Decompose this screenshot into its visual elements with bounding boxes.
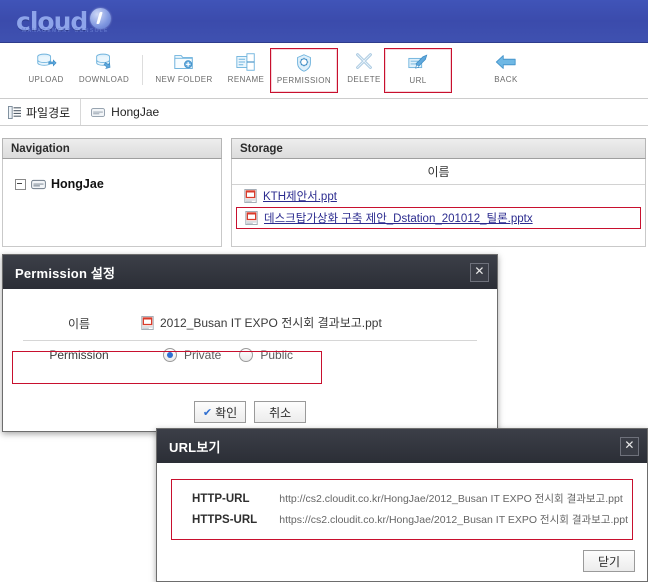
- toolbar-button-url[interactable]: URL: [384, 48, 452, 93]
- navigation-panel-title: Navigation: [2, 138, 222, 159]
- storage-panel: Storage 이름 KTH제안서.ppt 데스크탑가상화 구축 제안_Dsta…: [231, 138, 646, 248]
- url-table: HTTP-URL http://cs2.cloudit.co.kr/HongJa…: [176, 488, 628, 530]
- permission-options-cell: Private Public: [135, 340, 477, 369]
- close-icon[interactable]: ✕: [620, 436, 639, 456]
- ppt-file-icon: [244, 188, 257, 203]
- url-key-http: HTTP-URL: [192, 492, 250, 505]
- path-value-text: HongJae: [111, 105, 160, 119]
- url-value-https[interactable]: https://cs2.cloudit.co.kr/HongJae/2012_B…: [279, 509, 628, 530]
- delete-icon: [356, 53, 372, 69]
- confirm-button[interactable]: ✔ 확인: [193, 401, 247, 423]
- toolbar-label: PERMISSION: [276, 76, 332, 85]
- toolbar-divider: [142, 55, 143, 85]
- file-name-link[interactable]: KTH제안서.ppt: [263, 188, 337, 204]
- toolbar-button-back[interactable]: BACK: [472, 48, 540, 93]
- file-list-item[interactable]: KTH제안서.ppt: [232, 185, 645, 206]
- storage-column-header-name: 이름: [232, 159, 645, 185]
- radio-button-icon[interactable]: [163, 347, 177, 362]
- logo-tagline: MANAGEMENT CONSOLE: [22, 28, 109, 34]
- drive-icon: [91, 107, 106, 117]
- permission-field-label: Permission: [49, 347, 109, 362]
- toolbar-label: DOWNLOAD: [78, 75, 130, 84]
- url-value-http[interactable]: http://cs2.cloudit.co.kr/HongJae/2012_Bu…: [279, 488, 628, 509]
- ppt-file-icon: [245, 211, 258, 225]
- permission-name-value-cell: 2012_Busan IT EXPO 전시회 결과보고.ppt: [135, 307, 477, 341]
- permission-option-row: Permission Private Public: [23, 340, 477, 369]
- download-icon: [96, 53, 111, 69]
- toolbar-label: BACK: [494, 75, 518, 84]
- url-dialog-body: HTTP-URL http://cs2.cloudit.co.kr/HongJa…: [157, 463, 647, 540]
- permission-dialog-title: Permission 설정: [15, 265, 116, 281]
- check-icon: ✔: [202, 406, 213, 419]
- permission-icon: [297, 54, 311, 72]
- navigation-panel: Navigation HongJae: [2, 138, 222, 248]
- path-list-icon: [8, 105, 21, 119]
- rename-icon: [236, 53, 255, 71]
- storage-panel-body: 이름 KTH제안서.ppt 데스크탑가상화 구축 제안_Dstation_201…: [231, 159, 646, 247]
- permission-dialog-footer: ✔ 확인 취소: [3, 401, 497, 423]
- cancel-button[interactable]: 취소: [254, 401, 307, 423]
- permission-name-value: 2012_Busan IT EXPO 전시회 결과보고.ppt: [160, 316, 382, 330]
- close-icon[interactable]: ✕: [470, 262, 489, 282]
- confirm-button-label: 확인: [215, 405, 238, 420]
- drive-icon: [31, 179, 46, 189]
- permission-dialog-body: 이름 2012_Busan IT EXPO 전시회 결과보고.ppt Permi: [3, 289, 497, 369]
- file-list-item-selected[interactable]: 데스크탑가상화 구축 제안_Dstation_201012_틸론.pptx: [236, 207, 641, 229]
- path-value-group[interactable]: HongJae: [81, 105, 159, 119]
- back-icon: [495, 55, 516, 69]
- new-folder-icon: [174, 55, 193, 69]
- radio-label: Private: [184, 347, 222, 362]
- permission-name-row: 이름 2012_Busan IT EXPO 전시회 결과보고.ppt: [23, 307, 477, 341]
- url-row-https: HTTPS-URL https://cs2.cloudit.co.kr/Hong…: [176, 509, 628, 530]
- toolbar-button-new-folder[interactable]: NEW FOLDER: [150, 48, 218, 93]
- url-icon: [408, 54, 428, 69]
- upload-icon: [37, 53, 57, 67]
- radio-button-icon[interactable]: [239, 347, 254, 362]
- radio-label: Public: [260, 347, 294, 362]
- permission-dialog-titlebar: Permission 설정 ✕: [3, 255, 497, 289]
- ppt-file-icon: [141, 315, 154, 330]
- toolbar-label: URL: [409, 76, 427, 85]
- url-dialog: URL보기 ✕ HTTP-URL http://cs2.cloudit.co.k…: [156, 428, 648, 582]
- url-dialog-footer: 닫기: [583, 550, 635, 572]
- url-key-https: HTTPS-URL: [192, 513, 258, 526]
- logo-badge-icon: [90, 7, 112, 29]
- navigation-panel-body: HongJae: [2, 159, 222, 247]
- permission-dialog: Permission 설정 ✕ 이름 2012_Busan IT EXPO 전시…: [2, 254, 498, 432]
- tree-item-hongjae[interactable]: HongJae: [3, 177, 221, 191]
- tree-item-label: HongJae: [51, 177, 104, 191]
- close-dialog-button[interactable]: 닫기: [583, 550, 635, 572]
- path-label-text: 파일경로: [26, 105, 71, 120]
- cancel-button-label: 취소: [269, 405, 292, 420]
- toolbar-button-permission[interactable]: PERMISSION: [270, 48, 338, 93]
- path-bar: 파일경로 HongJae: [0, 99, 648, 126]
- radio-option-private[interactable]: Private: [163, 347, 222, 362]
- brand-bar: cloud MANAGEMENT CONSOLE: [0, 0, 648, 43]
- main-toolbar: UPLOAD DOWNLOAD NEW FOLDER RENAME PERMIS…: [0, 43, 648, 99]
- permission-form-table: 이름 2012_Busan IT EXPO 전시회 결과보고.ppt Permi: [23, 307, 477, 369]
- file-name-link[interactable]: 데스크탑가상화 구축 제안_Dstation_201012_틸론.pptx: [264, 210, 533, 226]
- storage-panel-title: Storage: [231, 138, 646, 159]
- tree-expand-toggle-icon[interactable]: [15, 178, 26, 190]
- url-dialog-titlebar: URL보기 ✕: [157, 429, 647, 463]
- radio-option-public[interactable]: Public: [239, 347, 294, 362]
- url-dialog-title: URL보기: [169, 439, 221, 455]
- close-dialog-button-label: 닫기: [597, 554, 621, 569]
- url-row-http: HTTP-URL http://cs2.cloudit.co.kr/HongJa…: [176, 488, 628, 509]
- permission-name-label: 이름: [23, 307, 135, 341]
- permission-radio-group: Private Public: [141, 347, 477, 362]
- path-label-group: 파일경로: [0, 99, 82, 125]
- toolbar-label: NEW FOLDER: [155, 75, 213, 84]
- toolbar-button-download[interactable]: DOWNLOAD: [70, 48, 138, 93]
- url-list-highlight: HTTP-URL http://cs2.cloudit.co.kr/HongJa…: [171, 479, 633, 540]
